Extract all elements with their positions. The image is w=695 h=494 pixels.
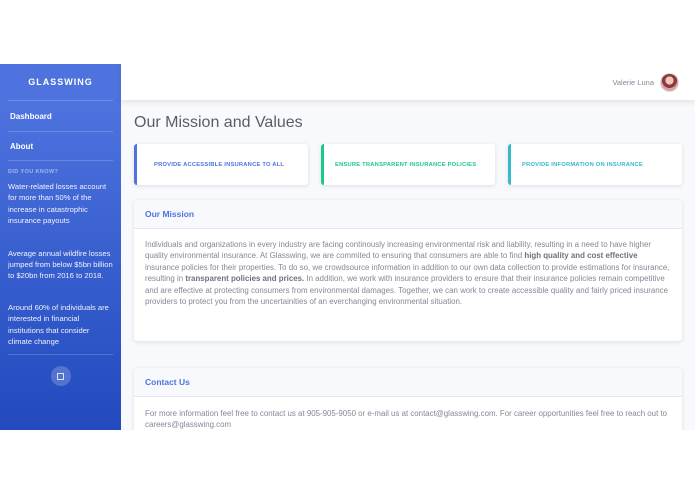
square-icon: [57, 372, 64, 380]
contact-card-header: Contact Us: [134, 368, 682, 397]
value-card-label: PROVIDE ACCESSIBLE INSURANCE TO ALL: [154, 161, 285, 168]
sidebar-fact: Around 60% of individuals are interested…: [8, 302, 109, 347]
mission-highlight: transparent policies and prices.: [185, 274, 305, 284]
sidebar-toggle-wrap: [0, 355, 121, 387]
sidebar-brand[interactable]: GLASSWING: [0, 64, 121, 100]
sidebar-fact: Average annual wildfire losses jumped fr…: [8, 248, 113, 281]
app-window: GLASSWING Dashboard About DID YOU KNOW? …: [0, 64, 695, 430]
value-card-label: PROVIDE INFORMATION ON INSURANCE: [522, 161, 643, 168]
sidebar-item-about[interactable]: About: [0, 132, 121, 160]
sidebar-toggle-button[interactable]: [50, 366, 71, 387]
sidebar: GLASSWING Dashboard About DID YOU KNOW? …: [0, 64, 121, 430]
user-name[interactable]: Valerie Luna: [612, 78, 654, 87]
mission-card: Our Mission Individuals and organization…: [134, 200, 682, 341]
value-card-transparent: ENSURE TRANSPARENT INSURANCE POLICIES: [321, 144, 495, 185]
mission-card-body: Individuals and organizations in every i…: [134, 229, 682, 317]
page-title: Our Mission and Values: [134, 114, 303, 131]
topbar: Valerie Luna: [121, 64, 695, 100]
sidebar-item-dashboard[interactable]: Dashboard: [0, 101, 121, 131]
contact-card-body: For more information feel free to contac…: [145, 409, 668, 430]
sidebar-fact: Water-related losses account for more th…: [8, 182, 107, 226]
sidebar-heading: DID YOU KNOW?: [8, 169, 59, 175]
user-menu[interactable]: Valerie Luna: [612, 73, 679, 92]
mission-highlight: high quality and cost effective: [524, 251, 638, 261]
contact-card: Contact Us For more information feel fre…: [134, 368, 682, 430]
value-card-information: PROVIDE INFORMATION ON INSURANCE: [508, 144, 682, 185]
value-card-accessible: PROVIDE ACCESSIBLE INSURANCE TO ALL: [134, 144, 308, 185]
avatar[interactable]: [660, 73, 679, 92]
mission-card-header: Our Mission: [134, 200, 682, 229]
value-card-label: ENSURE TRANSPARENT INSURANCE POLICIES: [335, 161, 477, 168]
